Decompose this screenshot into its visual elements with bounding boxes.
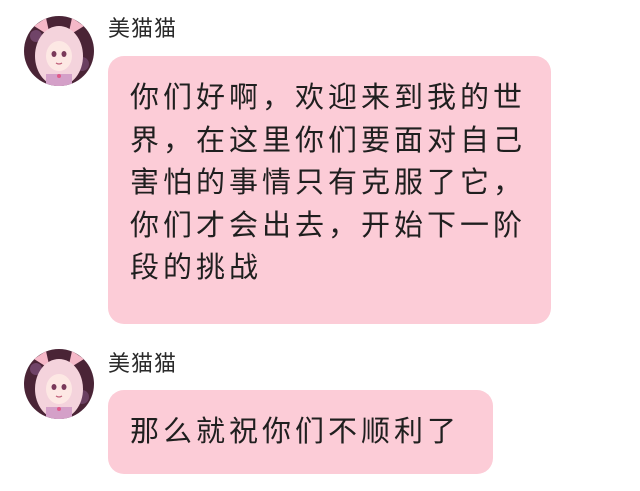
message-text: 那么就祝你们不顺利了 [130, 414, 461, 448]
sender-name: 美猫猫 [108, 352, 178, 377]
message-bubble[interactable]: 你们好啊，欢迎来到我的世界，在这里你们要面对自己害怕的事情只有克服了它，你们才会… [108, 56, 551, 324]
message-bubble[interactable]: 那么就祝你们不顺利了 [108, 390, 493, 474]
avatar-anime-girl-icon [24, 349, 94, 419]
avatar[interactable] [24, 349, 94, 419]
message-text: 你们好啊，欢迎来到我的世界，在这里你们要面对自己害怕的事情只有克服了它，你们才会… [130, 80, 527, 284]
avatar-anime-girl-icon [24, 16, 94, 86]
avatar[interactable] [24, 16, 94, 86]
sender-name: 美猫猫 [108, 17, 178, 42]
